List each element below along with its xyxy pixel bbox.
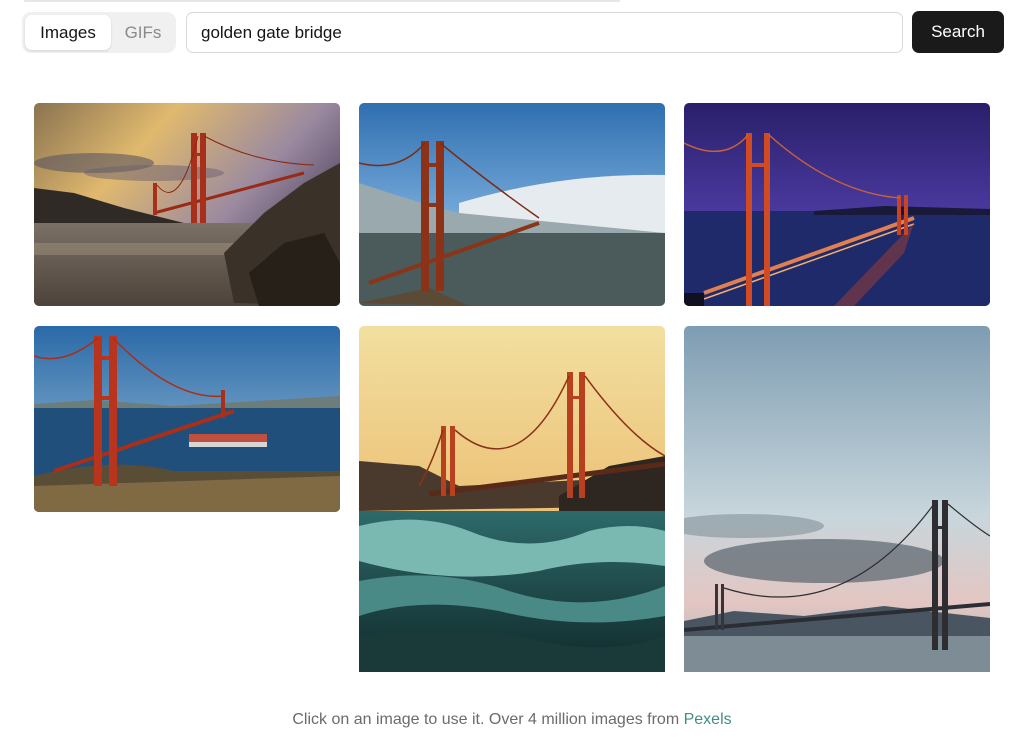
result-image-waves[interactable] bbox=[359, 326, 665, 672]
pexels-link[interactable]: Pexels bbox=[684, 711, 732, 728]
attribution-footer: Click on an image to use it. Over 4 mill… bbox=[0, 711, 1024, 729]
search-button[interactable]: Search bbox=[912, 11, 1004, 53]
result-image-fog[interactable] bbox=[359, 103, 665, 306]
tab-images[interactable]: Images bbox=[25, 15, 111, 50]
tab-gifs[interactable]: GIFs bbox=[114, 15, 172, 50]
media-type-toggle: Images GIFs bbox=[22, 12, 176, 53]
result-image-dusk[interactable] bbox=[684, 326, 990, 672]
result-image-night[interactable] bbox=[684, 103, 990, 306]
top-divider bbox=[24, 0, 620, 2]
attribution-text: Click on an image to use it. Over 4 mill… bbox=[292, 711, 680, 728]
search-input[interactable] bbox=[186, 12, 903, 53]
result-image-ship[interactable] bbox=[34, 326, 340, 512]
result-image-sunset-shore[interactable] bbox=[34, 103, 340, 306]
